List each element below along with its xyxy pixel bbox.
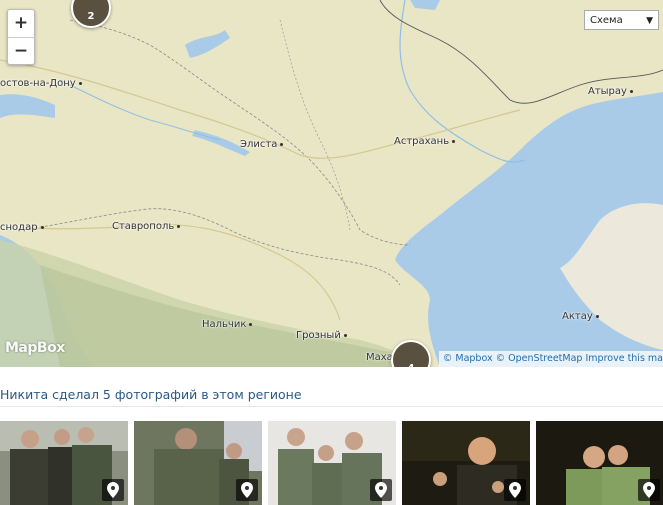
mapbox-logo: MapBox — [5, 340, 65, 356]
cluster-count: 2 — [87, 11, 95, 22]
zoom-out-button[interactable]: − — [8, 38, 34, 65]
location-pin-button[interactable] — [638, 479, 660, 501]
map-mode-select[interactable]: Схема ▼ — [584, 10, 659, 30]
attribution-osm-link[interactable]: © OpenStreetMap — [496, 353, 583, 364]
zoom-in-button[interactable]: + — [8, 10, 34, 38]
city-label: снодар — [0, 222, 47, 234]
map-pin-icon — [509, 482, 521, 498]
map-pin-icon — [241, 482, 253, 498]
city-label: Элиста — [240, 139, 286, 151]
city-label: Атырау — [588, 86, 636, 98]
zoom-control: + − — [7, 9, 35, 65]
map-pin-icon — [375, 482, 387, 498]
location-pin-button[interactable] — [370, 479, 392, 501]
cluster-count: 4 — [393, 363, 429, 367]
attribution-mapbox-link[interactable]: © Mapbox — [443, 353, 493, 364]
photo-thumbnail[interactable] — [0, 421, 128, 505]
photo-thumbnail[interactable] — [268, 421, 396, 505]
divider — [0, 406, 663, 407]
city-label: Маха — [366, 352, 393, 363]
location-pin-button[interactable] — [236, 479, 258, 501]
location-pin-button[interactable] — [504, 479, 526, 501]
photo-thumbnail[interactable] — [536, 421, 663, 505]
photo-thumbnail[interactable] — [402, 421, 530, 505]
city-label: Ставрополь — [112, 221, 183, 233]
city-label: Грозный — [296, 330, 350, 342]
city-label: Актау — [562, 311, 602, 323]
map-view[interactable]: остов-на-Дону Элиста Астрахань Атырау сн… — [0, 0, 663, 367]
photos-caption: Никита сделал 5 фотографий в этом регион… — [0, 387, 302, 402]
map-pin-icon — [107, 482, 119, 498]
location-pin-button[interactable] — [102, 479, 124, 501]
dropdown-arrow-icon: ▼ — [646, 16, 653, 26]
city-label: остов-на-Дону — [0, 78, 85, 90]
improve-map-link[interactable]: Improve this ma — [585, 353, 663, 364]
city-label: Астрахань — [394, 136, 458, 148]
photo-thumbnail[interactable] — [134, 421, 262, 505]
map-mode-label: Схема — [590, 15, 623, 26]
map-pin-icon — [643, 482, 655, 498]
map-attribution: © Mapbox © OpenStreetMap Improve this ma — [438, 351, 663, 367]
city-label: Нальчик — [202, 319, 255, 331]
photo-strip — [0, 421, 663, 505]
